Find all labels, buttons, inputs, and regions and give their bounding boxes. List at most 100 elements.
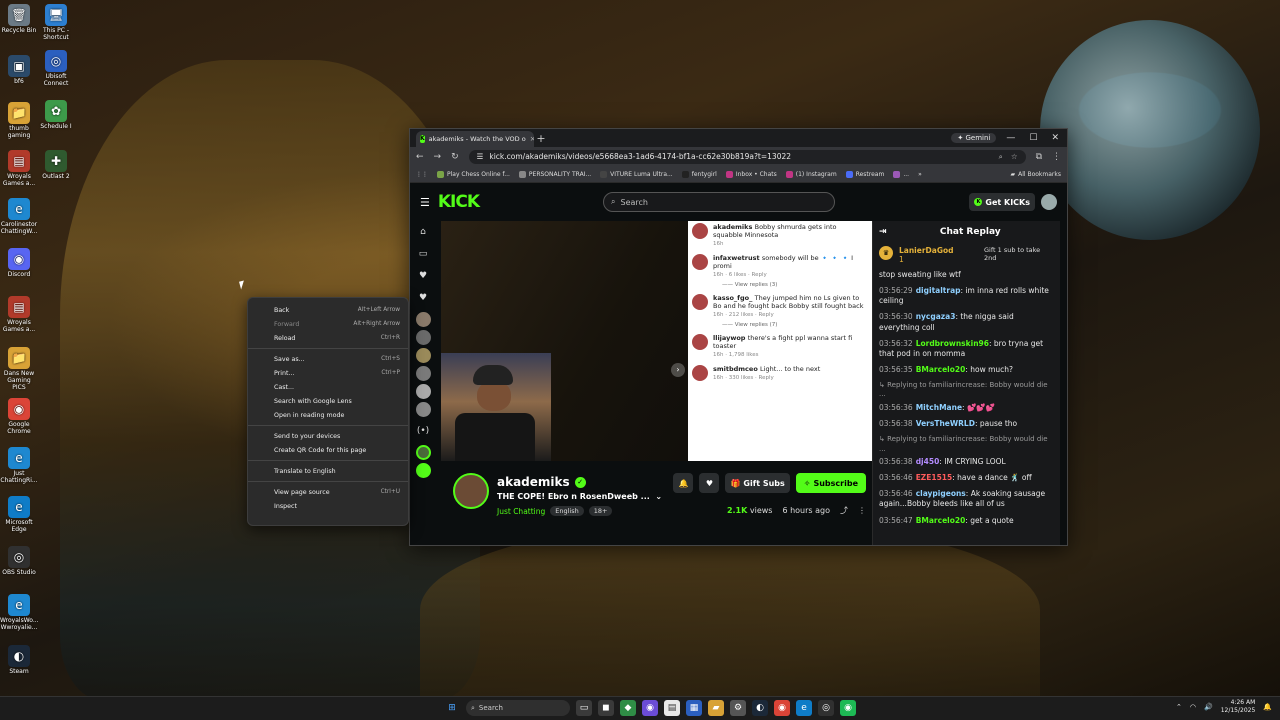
desktop-icon[interactable]: e Microsoft Edge [0, 496, 38, 534]
context-menu-item[interactable]: Reload Ctrl+R [248, 331, 408, 345]
streamer-avatar[interactable] [453, 473, 489, 509]
notification-bell-button[interactable]: 🔔 [673, 473, 694, 493]
taskbar-app-icon[interactable]: ◉ [840, 700, 856, 716]
forward-icon[interactable]: → [434, 152, 442, 162]
menu-dots-icon[interactable]: ⋮ [1052, 152, 1061, 162]
collapse-chat-icon[interactable]: ⇥ [879, 227, 887, 237]
all-bookmarks-button[interactable]: ▰ All Bookmarks [1011, 171, 1062, 178]
bookmark-item[interactable]: PERSONALITY TRAI... [518, 171, 591, 178]
taskbar-search-input[interactable]: ⌕ Search [466, 700, 570, 716]
context-menu-item[interactable]: Search with Google Lens [248, 394, 408, 408]
streamer-name[interactable]: akademiks ✓ [497, 475, 586, 489]
new-tab-button[interactable]: + [534, 132, 548, 145]
chat-username[interactable]: BMarcelo20 [916, 365, 966, 374]
taskbar-app-icon[interactable]: ◎ [818, 700, 834, 716]
bookmark-star-icon[interactable]: ☆ [1011, 150, 1018, 164]
desktop-icon[interactable]: e WroyalsWo... Wwroyalie... [0, 594, 39, 632]
bookmarks-overflow-icon[interactable]: » [918, 171, 922, 178]
followed-channel-avatar[interactable] [415, 445, 431, 460]
bookmark-item[interactable]: ... [893, 171, 909, 178]
context-menu-item[interactable]: Send to your devices [248, 429, 408, 443]
category-link[interactable]: Just Chatting [497, 507, 545, 516]
bookmark-item[interactable]: Play Chess Online f... [437, 171, 510, 178]
tag-age[interactable]: 18+ [588, 506, 613, 516]
desktop-icon[interactable]: ▤ Wroyals Games a... [0, 150, 38, 188]
followed-channel-avatar[interactable] [415, 463, 431, 478]
extensions-icon[interactable]: ⧉ [1036, 152, 1042, 162]
start-button[interactable]: ⊞ [444, 700, 460, 716]
browse-icon[interactable]: ▭ [410, 243, 436, 265]
hamburger-menu-icon[interactable]: ☰ [420, 196, 430, 209]
close-window-button[interactable]: ✕ [1051, 133, 1059, 143]
back-icon[interactable]: ← [416, 152, 424, 162]
desktop-icon[interactable]: ▤ Wroyals Games a... [0, 296, 38, 334]
followed-channel-avatar[interactable] [415, 312, 431, 327]
get-kicks-button[interactable]: K Get KICKs [969, 193, 1035, 211]
desktop-icon[interactable]: 📁 Dans New Gaming PICS [0, 347, 38, 392]
context-menu-item[interactable]: Open in reading mode [248, 408, 408, 422]
heart-icon[interactable]: ♥ [410, 287, 436, 309]
desktop-icon[interactable]: 🖥 This PC - Shortcut [37, 4, 75, 42]
desktop-icon[interactable]: ◎ OBS Studio [0, 546, 38, 577]
bookmark-item[interactable]: Restream [845, 171, 884, 178]
gemini-button[interactable]: ✦ Gemini [951, 133, 997, 143]
desktop-icon[interactable]: e Carolinestor ChattingW... [0, 198, 38, 236]
minimize-button[interactable]: — [1006, 133, 1015, 143]
followed-channel-avatar[interactable] [415, 330, 431, 345]
more-options-icon[interactable]: ⋮ [858, 506, 866, 515]
taskbar-app-icon[interactable]: ▰ [708, 700, 724, 716]
share-icon[interactable]: ⤴ [840, 505, 848, 516]
url-field[interactable]: ☰ kick.com/akademiks/videos/e5668ea3-1ad… [468, 150, 1026, 164]
subscribe-button[interactable]: ✧ Subscribe [795, 473, 866, 493]
user-avatar[interactable] [1041, 194, 1057, 210]
desktop-icon[interactable]: 🗑 Recycle Bin [0, 4, 38, 35]
taskbar-app-icon[interactable]: ▭ [576, 700, 592, 716]
clock[interactable]: 4:26 AM 12/15/2025 [1221, 699, 1256, 715]
maximize-button[interactable]: ☐ [1029, 133, 1037, 143]
bookmark-item[interactable]: (1) Instagram [785, 171, 837, 178]
context-menu-item[interactable]: Print... Ctrl+P [248, 366, 408, 380]
context-menu-item[interactable]: Save as... Ctrl+S [248, 352, 408, 366]
apps-grid-icon[interactable]: ⋮⋮ [416, 171, 428, 178]
followed-channel-avatar[interactable] [415, 402, 431, 417]
context-menu-item[interactable]: View page source Ctrl+U [248, 485, 408, 499]
chevron-up-icon[interactable]: ⌃ [1176, 703, 1182, 711]
video-player[interactable]: › akademiks Bobby shmurda gets into squa… [441, 221, 872, 461]
desktop-icon[interactable]: e Just ChattingRi... [0, 447, 38, 485]
reload-icon[interactable]: ↻ [451, 152, 459, 162]
taskbar-app-icon[interactable]: ▤ [664, 700, 680, 716]
taskbar-app-icon[interactable]: ◼ [598, 700, 614, 716]
desktop-icon[interactable]: 📁 thumb gaming [0, 102, 38, 140]
notification-bell-icon[interactable]: 🔔 [1263, 703, 1272, 711]
context-menu-item[interactable]: Inspect [248, 499, 408, 513]
chat-username[interactable]: BMarcelo20 [916, 516, 966, 525]
follow-heart-button[interactable]: ♥ [699, 473, 720, 493]
wifi-icon[interactable]: ◠ [1190, 703, 1196, 711]
desktop-icon[interactable]: ✿ Schedule I [37, 100, 75, 131]
taskbar-app-icon[interactable]: ◐ [752, 700, 768, 716]
site-info-icon[interactable]: ☰ [477, 150, 484, 164]
chevron-right-icon[interactable]: › [671, 363, 685, 377]
followed-channel-avatar[interactable] [415, 366, 431, 381]
bookmark-item[interactable]: Inbox • Chats [725, 171, 777, 178]
tag-language[interactable]: English [550, 506, 584, 516]
taskbar-app-icon[interactable]: e [796, 700, 812, 716]
taskbar-app-icon[interactable]: ◉ [774, 700, 790, 716]
chat-username[interactable]: MitchMane [916, 403, 962, 412]
kick-logo[interactable]: KICK [438, 192, 480, 212]
chat-username[interactable]: Lordbrownskin96 [916, 339, 989, 348]
desktop-icon[interactable]: ▣ bf6 [0, 55, 38, 86]
gifter-name[interactable]: LanierDaGod [899, 246, 954, 255]
context-menu-item[interactable]: Back Alt+Left Arrow [248, 303, 408, 317]
following-icon[interactable]: ♥ [410, 265, 436, 287]
taskbar-app-icon[interactable]: ▦ [686, 700, 702, 716]
tab-kick[interactable]: K akademiks - Watch the VOD o × [416, 131, 534, 147]
chat-username[interactable]: EZE1515 [916, 473, 953, 482]
chat-username[interactable]: claypigeons [916, 489, 966, 498]
gift-sub-prompt[interactable]: Gift 1 sub to take 2nd [984, 246, 1054, 262]
home-icon[interactable]: ⌂ [410, 221, 436, 243]
live-icon[interactable]: (•) [410, 420, 436, 442]
followed-channel-avatar[interactable] [415, 348, 431, 363]
context-menu-item[interactable]: Create QR Code for this page [248, 443, 408, 457]
followed-channel-avatar[interactable] [415, 384, 431, 399]
